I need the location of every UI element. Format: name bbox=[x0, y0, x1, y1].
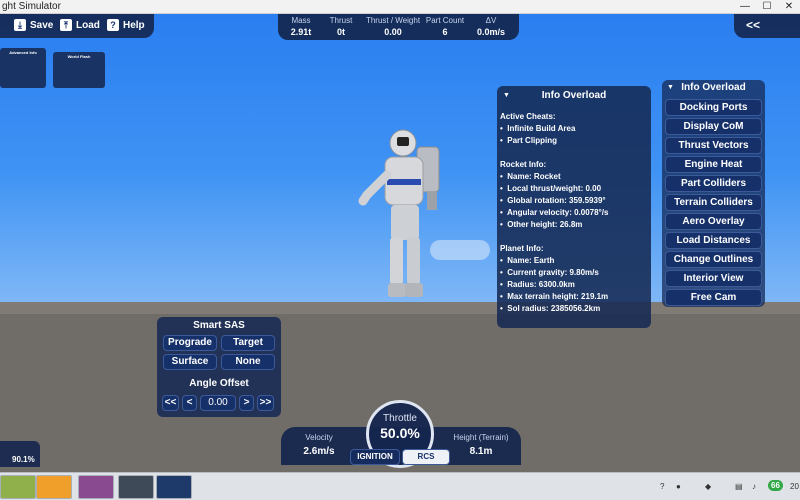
fuel-percent: 90.1% bbox=[12, 455, 35, 464]
smart-sas-title: Smart SAS bbox=[193, 320, 245, 331]
planet-info-item: • Current gravity: 9.80m/s bbox=[500, 268, 599, 277]
planet-info-item: • Max terrain height: 219.1m bbox=[500, 292, 609, 301]
height-value: 8.1m bbox=[469, 446, 493, 457]
tray-icon[interactable]: ◆ bbox=[705, 482, 711, 491]
info-panel-title: Info Overload bbox=[541, 90, 607, 101]
tray-badge[interactable]: 66 bbox=[768, 480, 783, 491]
top-left-toolbar: ⤓ Save ⤒ Load ? Help bbox=[0, 14, 154, 38]
info-overload-panel: ▼ Info Overload Active Cheats: • Infinit… bbox=[497, 86, 651, 328]
advanced-info-title: Advanced Info bbox=[9, 50, 37, 55]
minimize-icon[interactable]: — bbox=[734, 0, 756, 14]
taskbar-app-4[interactable] bbox=[118, 475, 154, 499]
load-button[interactable]: ⤒ Load bbox=[60, 18, 100, 34]
collapse-button[interactable]: << bbox=[746, 17, 760, 33]
twr-label: Thrust / Weight bbox=[365, 16, 421, 25]
none-button[interactable]: None bbox=[221, 354, 275, 370]
planet-info-header: Planet Info: bbox=[500, 244, 544, 253]
taskbar-app-archive[interactable] bbox=[78, 475, 114, 499]
rocket-info-header: Rocket Info: bbox=[500, 160, 547, 169]
aero-overlay-button[interactable]: Aero Overlay bbox=[665, 213, 762, 230]
engine-heat-button[interactable]: Engine Heat bbox=[665, 156, 762, 173]
active-cheats-header: Active Cheats: bbox=[500, 112, 556, 121]
docking-ports-button[interactable]: Docking Ports bbox=[665, 99, 762, 116]
change-outlines-button[interactable]: Change Outlines bbox=[665, 251, 762, 268]
part-colliders-button[interactable]: Part Colliders bbox=[665, 175, 762, 192]
terrain-colliders-button[interactable]: Terrain Colliders bbox=[665, 194, 762, 211]
rocket-info-item: • Name: Rocket bbox=[500, 172, 561, 181]
help-tray-icon[interactable]: ? bbox=[660, 482, 664, 491]
smart-sas-panel: Smart SAS Prograde Target Surface None A… bbox=[157, 317, 281, 417]
cheat-item: • Infinite Build Area bbox=[500, 124, 576, 133]
twr-value: 0.00 bbox=[384, 27, 402, 37]
window-title: ght Simulator bbox=[2, 1, 61, 12]
load-distances-button[interactable]: Load Distances bbox=[665, 232, 762, 249]
planet-info-item: • Name: Earth bbox=[500, 256, 555, 265]
help-icon: ? bbox=[107, 19, 119, 32]
upload-icon: ⤒ bbox=[60, 19, 72, 32]
angle-offset-title: Angle Offset bbox=[189, 378, 249, 389]
offset-increase-button[interactable]: > bbox=[239, 395, 254, 411]
world-flash-panel: World Flash bbox=[53, 52, 105, 88]
planet-info-item: • Radius: 6300.0km bbox=[500, 280, 575, 289]
load-label: Load bbox=[76, 20, 100, 31]
offset-decrease-fast-button[interactable]: << bbox=[162, 395, 179, 411]
velocity-value: 2.6m/s bbox=[303, 446, 335, 457]
free-cam-button[interactable]: Free Cam bbox=[665, 289, 762, 306]
os-taskbar: ? ● ◆ ▤ ♪ 66 20 bbox=[0, 472, 800, 500]
stats-bar: Mass 2.91t Thrust 0t Thrust / Weight 0.00 P… bbox=[278, 14, 519, 40]
interior-view-button[interactable]: Interior View bbox=[665, 270, 762, 287]
close-icon[interactable]: ✕ bbox=[778, 0, 800, 14]
ignition-button[interactable]: IGNITION bbox=[350, 449, 400, 465]
world-flash-title: World Flash bbox=[67, 54, 91, 59]
rcs-button[interactable]: RCS bbox=[402, 449, 450, 465]
taskbar-app-1[interactable] bbox=[0, 475, 36, 499]
top-right-toolbar: << bbox=[734, 14, 800, 38]
throttle-label: Throttle bbox=[383, 413, 417, 424]
help-button[interactable]: ? Help bbox=[107, 18, 145, 34]
save-button[interactable]: ⤓ Save bbox=[14, 18, 53, 34]
thrust-value: 0t bbox=[336, 27, 345, 37]
part-count-label: Part Count bbox=[425, 16, 465, 25]
thrust-label: Thrust bbox=[329, 16, 353, 25]
help-label: Help bbox=[123, 20, 145, 31]
bluetooth-tray-icon[interactable]: ● bbox=[676, 482, 681, 491]
part-count-value: 6 bbox=[442, 27, 448, 37]
thrust-vectors-button[interactable]: Thrust Vectors bbox=[665, 137, 762, 154]
angle-offset-input[interactable]: 0.00 bbox=[200, 395, 236, 411]
taskbar-app-5[interactable] bbox=[156, 475, 192, 499]
save-label: Save bbox=[30, 20, 54, 31]
volume-tray-icon[interactable]: ♪ bbox=[752, 482, 756, 491]
info-overload-menu: ▼ Info Overload Docking Ports Display Co… bbox=[662, 80, 765, 307]
throttle-value: 50.0% bbox=[380, 425, 420, 441]
rocket-info-item: • Angular velocity: 0.0078°/s bbox=[500, 208, 609, 217]
maximize-icon[interactable]: ☐ bbox=[756, 0, 778, 14]
menu-title: Info Overload bbox=[681, 82, 746, 93]
network-tray-icon[interactable]: ▤ bbox=[735, 482, 743, 491]
download-icon: ⤓ bbox=[14, 19, 26, 32]
bottom-left-panel: 90.1% bbox=[0, 441, 40, 467]
offset-decrease-button[interactable]: < bbox=[182, 395, 197, 411]
prograde-button[interactable]: Prograde bbox=[163, 335, 217, 351]
planet-info-item: • Sol radius: 2385056.2km bbox=[500, 304, 601, 313]
window-title-bar: ght Simulator — ☐ ✕ bbox=[0, 0, 800, 14]
target-button[interactable]: Target bbox=[221, 335, 275, 351]
delta-v-value: 0.0m/s bbox=[476, 27, 506, 37]
rocket-info-item: • Other height: 26.8m bbox=[500, 220, 583, 229]
cheat-item: • Part Clipping bbox=[500, 136, 558, 145]
velocity-label: Velocity bbox=[305, 433, 333, 442]
taskbar-app-game[interactable] bbox=[36, 475, 72, 499]
rocket-info-item: • Global rotation: 359.5939° bbox=[500, 196, 606, 205]
display-com-button[interactable]: Display CoM bbox=[665, 118, 762, 135]
astronaut-figure bbox=[358, 129, 440, 297]
clock-partial[interactable]: 20 bbox=[790, 482, 799, 491]
surface-button[interactable]: Surface bbox=[163, 354, 217, 370]
height-label: Height (Terrain) bbox=[453, 433, 509, 442]
rocket-info-item: • Local thrust/weight: 0.00 bbox=[500, 184, 602, 193]
delta-v-label: ΔV bbox=[485, 16, 497, 25]
advanced-info-panel: Advanced Info bbox=[0, 48, 46, 88]
offset-increase-fast-button[interactable]: >> bbox=[257, 395, 274, 411]
